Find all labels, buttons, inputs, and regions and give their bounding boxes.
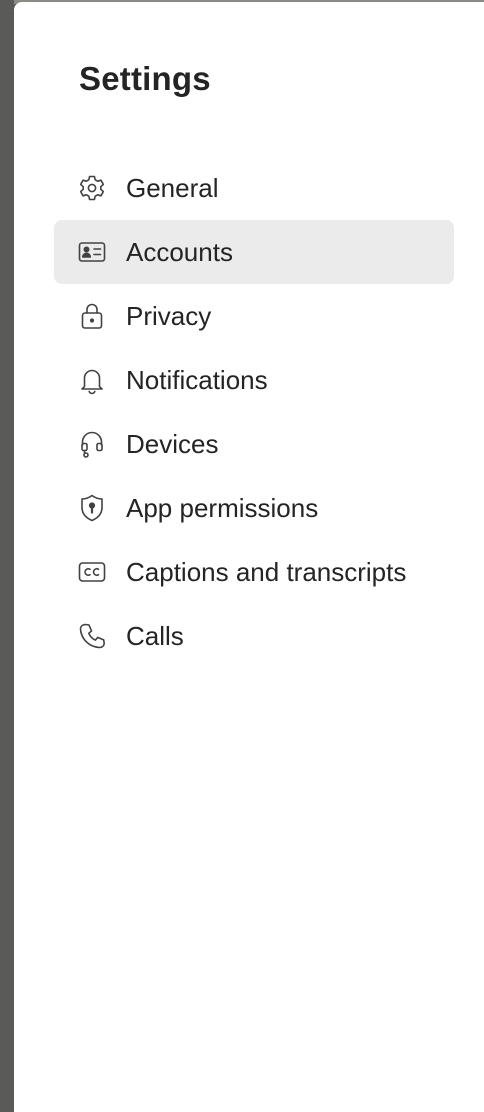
nav-item-captions-and-transcripts[interactable]: Captions and transcripts bbox=[54, 540, 454, 604]
nav-item-label: Notifications bbox=[126, 365, 268, 395]
closed-captions-icon bbox=[76, 556, 108, 588]
nav-item-accounts[interactable]: Accounts bbox=[54, 220, 454, 284]
headset-icon bbox=[76, 428, 108, 460]
nav-item-calls[interactable]: Calls bbox=[54, 604, 454, 668]
nav-item-privacy[interactable]: Privacy bbox=[54, 284, 454, 348]
nav-item-label: General bbox=[126, 173, 219, 203]
nav-item-notifications[interactable]: Notifications bbox=[54, 348, 454, 412]
nav-item-label: Captions and transcripts bbox=[126, 557, 407, 587]
page-title: Settings bbox=[79, 60, 211, 97]
lock-icon bbox=[76, 300, 108, 332]
background-edge bbox=[0, 0, 14, 1112]
id-card-icon bbox=[76, 236, 108, 268]
nav-item-general[interactable]: General bbox=[54, 156, 454, 220]
shield-icon bbox=[76, 492, 108, 524]
nav-item-devices[interactable]: Devices bbox=[54, 412, 454, 476]
nav-item-label: Calls bbox=[126, 621, 184, 651]
gear-icon bbox=[76, 172, 108, 204]
settings-nav: General Accounts Privacy Notifications D… bbox=[54, 156, 454, 668]
settings-panel: Settings General Accounts Privacy Notifi… bbox=[14, 2, 484, 1112]
bell-icon bbox=[76, 364, 108, 396]
nav-item-label: App permissions bbox=[126, 493, 319, 523]
nav-item-label: Devices bbox=[126, 429, 219, 459]
nav-item-label: Privacy bbox=[126, 301, 212, 331]
nav-item-app-permissions[interactable]: App permissions bbox=[54, 476, 454, 540]
nav-item-label: Accounts bbox=[126, 237, 233, 267]
phone-icon bbox=[76, 620, 108, 652]
